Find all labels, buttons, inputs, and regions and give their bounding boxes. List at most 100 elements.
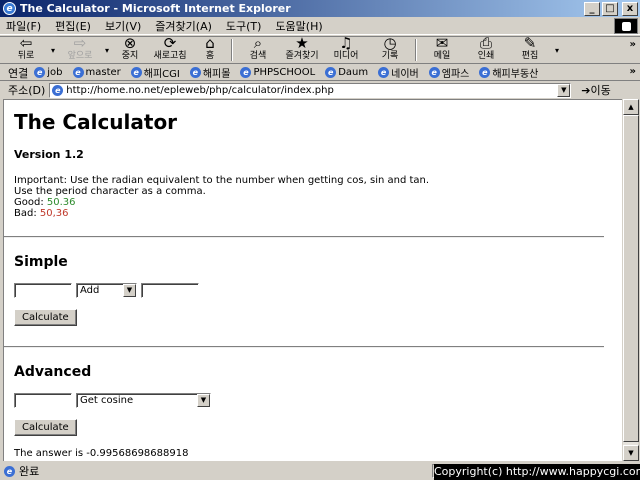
forward-arrow-icon: ⇨ — [73, 34, 87, 52]
ie-page-icon: e — [240, 67, 252, 78]
address-input[interactable]: e http://home.no.net/epleweb/php/calcula… — [49, 82, 572, 98]
link-naver[interactable]: e 네이버 — [378, 65, 419, 80]
scroll-down-icon[interactable]: ▼ — [623, 445, 639, 461]
edit-icon: ✎ — [523, 34, 537, 52]
ie-page-icon: e — [72, 67, 84, 78]
go-arrow-icon: ➔ — [581, 84, 591, 97]
important-note: Important: Use the radian equivalent to … — [14, 175, 430, 186]
advanced-calculate-button[interactable]: Calculate — [14, 419, 77, 436]
link-label: PHPSCHOOL — [253, 67, 316, 78]
chevron-down-icon: ▼ — [123, 284, 136, 297]
ie-icon: e — [3, 2, 16, 15]
simple-heading: Simple — [14, 254, 68, 270]
toolbar-separator — [231, 39, 233, 61]
forward-button[interactable]: ⇨ 앞으로 — [58, 36, 102, 63]
edit-button[interactable]: ✎ 편집 — [508, 36, 552, 63]
link-label: 엠파스 — [441, 69, 470, 80]
link-phpschool[interactable]: e PHPSCHOOL — [240, 67, 315, 78]
good-label: Good: — [14, 197, 44, 208]
simple-operand2-input[interactable] — [141, 283, 199, 298]
refresh-icon: ⟳ — [163, 34, 177, 52]
divider — [4, 346, 604, 348]
stop-button[interactable]: ⊗ 중지 — [112, 36, 148, 63]
maximize-button[interactable]: □ — [602, 1, 618, 16]
advanced-operation-select[interactable]: Get cosine ▼ — [76, 393, 211, 408]
minimize-button[interactable]: _ — [584, 1, 600, 16]
toolbar: ⇦ 뒤로 ▾ ⇨ 앞으로 ▾ ⊗ 중지 ⟳ 새로고침 ⌂ 홈 ⌕ 검색 ★ 즐겨… — [0, 36, 640, 64]
menu-tools[interactable]: 도구(T) — [226, 18, 262, 34]
simple-operation-select[interactable]: Add ▼ — [76, 283, 137, 298]
history-button[interactable]: ◷ 기록 — [368, 36, 412, 63]
link-empas[interactable]: e 엠파스 — [428, 65, 470, 80]
back-button[interactable]: ⇦ 뒤로 — [4, 36, 48, 63]
link-master[interactable]: e master — [72, 67, 121, 78]
media-icon: ♫ — [339, 34, 353, 52]
menu-favorites[interactable]: 즐겨찾기(A) — [155, 18, 212, 34]
home-icon: ⌂ — [205, 34, 215, 52]
scroll-up-icon[interactable]: ▲ — [623, 99, 639, 115]
print-button[interactable]: ⎙ 인쇄 — [464, 36, 508, 63]
bad-label: Bad: — [14, 208, 37, 219]
answer-text: The answer is -0.99568698688918 — [14, 448, 189, 459]
link-job[interactable]: e job — [34, 67, 63, 78]
links-label: 연결 — [8, 66, 29, 80]
search-button[interactable]: ⌕ 검색 — [236, 36, 280, 63]
ie-page-icon: e — [52, 84, 64, 96]
copyright-watermark: Copyright(c) http://www.happycgi.com — [434, 464, 640, 480]
search-icon: ⌕ — [253, 34, 263, 52]
menu-file[interactable]: 파일(F) — [6, 18, 41, 34]
favorites-button[interactable]: ★ 즐겨찾기 — [280, 36, 324, 63]
links-bar: 연결 e job e master e 해피CGI e 해피몰 e PHPSCHOOL e… — [0, 65, 640, 81]
toolbar-more-chevron-icon[interactable]: » — [630, 39, 636, 50]
mail-button[interactable]: ✉ 메일 — [420, 36, 464, 63]
good-example: Good: 50.36 — [14, 197, 612, 208]
vertical-scrollbar[interactable]: ▲ ▼ — [622, 99, 639, 461]
edit-label: 편집 — [521, 51, 539, 61]
menu-view[interactable]: 보기(V) — [105, 18, 141, 34]
advanced-operand-input[interactable] — [14, 393, 72, 408]
home-button[interactable]: ⌂ 홈 — [192, 36, 228, 63]
back-dropdown-icon[interactable]: ▾ — [48, 46, 58, 55]
menu-edit[interactable]: 편집(E) — [55, 18, 91, 34]
link-label: 해피부동산 — [492, 69, 539, 80]
divider — [4, 236, 604, 238]
go-button[interactable]: ➔이동 — [581, 82, 610, 98]
refresh-label: 새로고침 — [153, 51, 187, 61]
media-label: 미디어 — [333, 51, 359, 61]
ie-page-icon: e — [4, 465, 15, 477]
links-more-chevron-icon[interactable]: » — [630, 66, 636, 77]
close-button[interactable]: x — [622, 1, 638, 16]
print-icon: ⎙ — [479, 34, 492, 52]
simple-operand1-input[interactable] — [14, 283, 72, 298]
simple-operation-value: Add — [80, 285, 100, 296]
scrollbar-thumb[interactable] — [623, 115, 639, 442]
link-happymall[interactable]: e 해피몰 — [189, 65, 231, 80]
period-note: Use the period character as a comma. — [14, 186, 206, 197]
link-label: 네이버 — [391, 69, 419, 80]
good-value: 50.36 — [46, 197, 76, 208]
address-dropdown-icon[interactable]: ▼ — [557, 83, 571, 97]
mail-icon: ✉ — [435, 34, 449, 52]
simple-calculate-button[interactable]: Calculate — [14, 309, 77, 326]
forward-dropdown-icon[interactable]: ▾ — [102, 46, 112, 55]
window-title: The Calculator - Microsoft Internet Expl… — [20, 2, 291, 15]
toolbar-separator — [415, 39, 417, 61]
favorites-icon: ★ — [295, 34, 309, 52]
back-label: 뒤로 — [17, 51, 35, 61]
refresh-button[interactable]: ⟳ 새로고침 — [148, 36, 192, 63]
history-icon: ◷ — [383, 34, 397, 52]
media-button[interactable]: ♫ 미디어 — [324, 36, 368, 63]
address-bar: 주소(D) e http://home.no.net/epleweb/php/c… — [0, 82, 640, 98]
menu-help[interactable]: 도움말(H) — [275, 18, 322, 34]
link-happycgi[interactable]: e 해피CGI — [130, 65, 180, 80]
ie-page-icon: e — [325, 67, 337, 78]
link-daum[interactable]: e Daum — [325, 67, 368, 78]
stop-label: 중지 — [121, 51, 139, 61]
link-label: Daum — [338, 67, 369, 78]
page-content: The Calculator Version 1.2 Important: Us… — [3, 99, 622, 461]
edit-dropdown-icon[interactable]: ▾ — [552, 46, 562, 55]
link-happy-realestate[interactable]: e 해피부동산 — [479, 65, 538, 80]
link-label: 해피몰 — [202, 69, 231, 80]
advanced-heading: Advanced — [14, 364, 92, 380]
back-arrow-icon: ⇦ — [19, 34, 33, 52]
